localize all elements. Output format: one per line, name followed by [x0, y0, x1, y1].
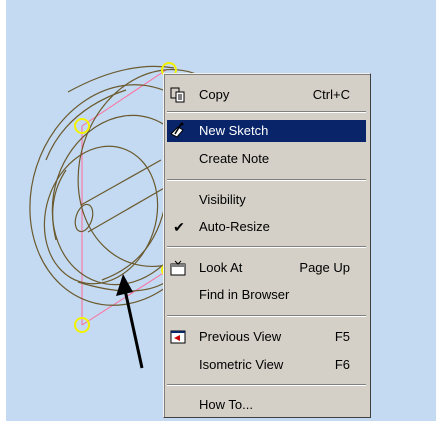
menu-item-label: New Sketch [199, 123, 269, 138]
menu-item-label: Copy [199, 87, 230, 102]
menu-item-label: Previous View [199, 329, 282, 344]
menu-separator [167, 246, 366, 248]
menu-item-isometric-view[interactable]: Isometric View F6 [167, 354, 366, 376]
look-at-icon [169, 259, 187, 277]
menu-item-shortcut: Ctrl+C [312, 87, 350, 102]
menu-item-label: Visibility [199, 192, 246, 207]
menu-separator [167, 179, 366, 181]
menu-item-label: Isometric View [199, 357, 284, 372]
menu-item-shortcut: Page Up [299, 260, 350, 275]
menu-item-label: Auto-Resize [199, 219, 270, 234]
menu-item-visibility[interactable]: Visibility [167, 189, 366, 211]
menu-item-how-to[interactable]: How To... [167, 394, 366, 416]
context-menu: Copy Ctrl+C New Sketch Create Note Visib… [163, 73, 371, 418]
menu-item-shortcut: F5 [334, 329, 350, 344]
pointer-arrow [116, 274, 144, 369]
checkmark-icon: ✔ [173, 219, 185, 235]
menu-item-look-at[interactable]: Look At Page Up [167, 257, 366, 279]
menu-item-label: Find in Browser [199, 287, 290, 302]
menu-item-copy[interactable]: Copy Ctrl+C [167, 84, 366, 106]
menu-item-create-note[interactable]: Create Note [167, 148, 366, 170]
menu-item-previous-view[interactable]: Previous View F5 [167, 326, 366, 348]
menu-item-find-in-browser[interactable]: Find in Browser [167, 284, 366, 306]
menu-item-label: How To... [199, 397, 253, 412]
sketch-icon [169, 122, 187, 140]
menu-item-shortcut: F6 [334, 357, 350, 372]
menu-item-label: Create Note [199, 151, 270, 166]
menu-item-new-sketch[interactable]: New Sketch [167, 120, 366, 142]
menu-item-label: Look At [199, 260, 243, 275]
previous-view-icon [169, 328, 187, 346]
copy-icon [169, 86, 187, 104]
menu-separator [167, 384, 366, 386]
menu-separator [167, 111, 366, 113]
menu-separator [167, 315, 366, 317]
menu-item-auto-resize[interactable]: ✔ Auto-Resize [167, 216, 366, 238]
